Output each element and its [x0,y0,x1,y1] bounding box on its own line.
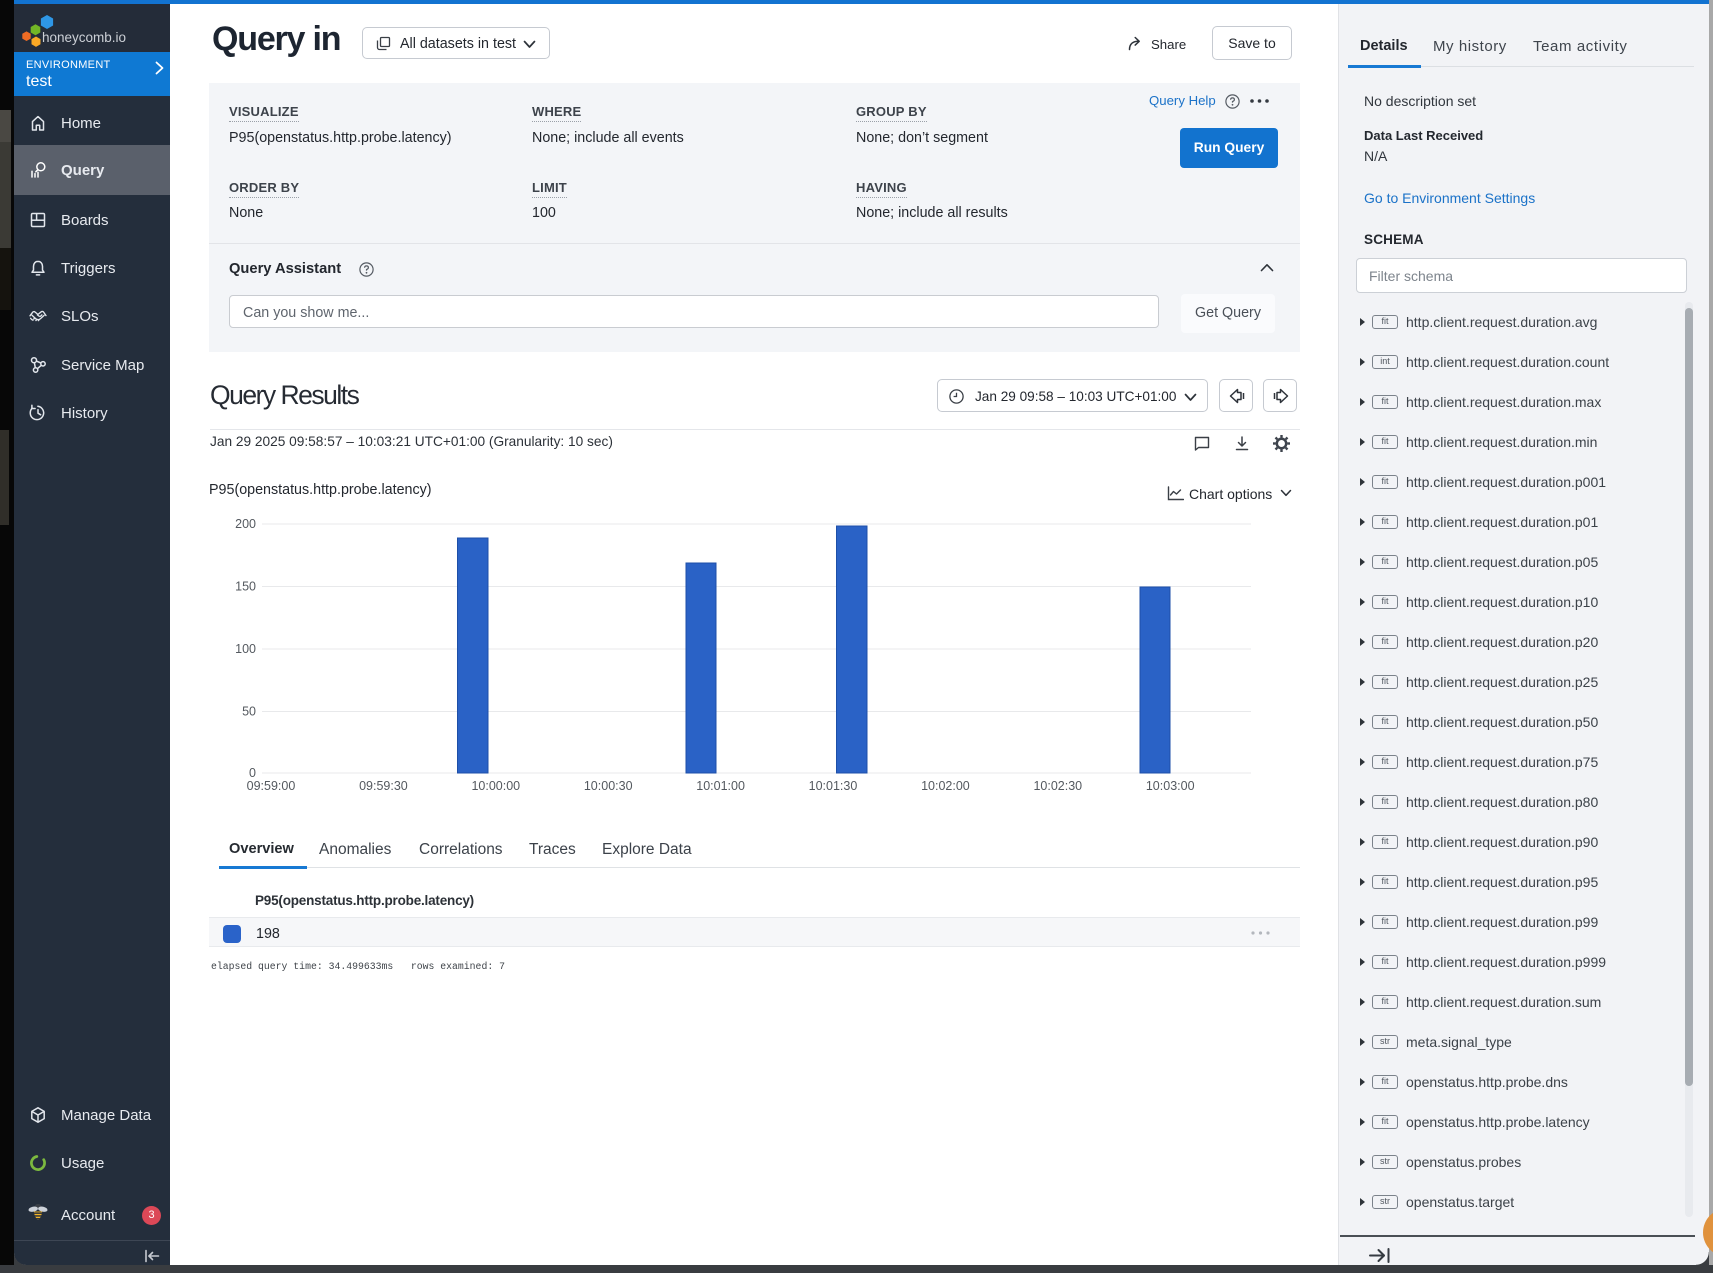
svg-text:10:02:30: 10:02:30 [1033,779,1082,793]
svg-text:150: 150 [235,580,256,594]
svg-text:10:02:00: 10:02:00 [921,779,970,793]
svg-text:200: 200 [235,517,256,531]
svg-text:10:01:00: 10:01:00 [696,779,745,793]
svg-text:10:00:00: 10:00:00 [471,779,520,793]
svg-text:50: 50 [242,705,256,719]
svg-text:100: 100 [235,642,256,656]
svg-text:09:59:00: 09:59:00 [247,779,296,793]
svg-text:10:00:30: 10:00:30 [584,779,633,793]
svg-text:10:01:30: 10:01:30 [809,779,858,793]
svg-text:0: 0 [249,766,256,780]
svg-text:10:03:00: 10:03:00 [1146,779,1195,793]
svg-text:09:59:30: 09:59:30 [359,779,408,793]
